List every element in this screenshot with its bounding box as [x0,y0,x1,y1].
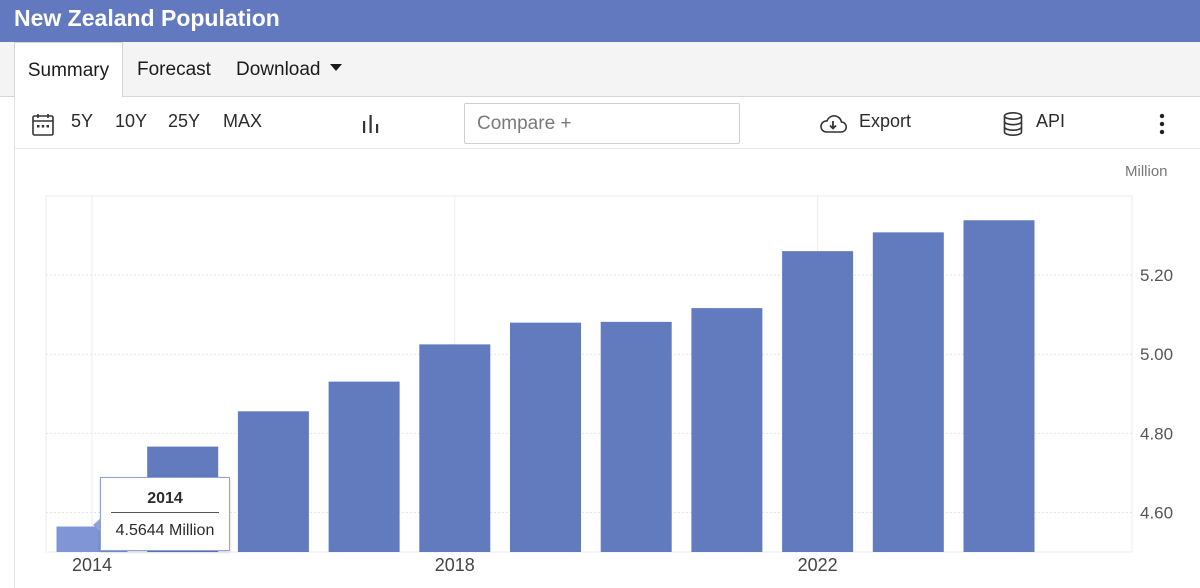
tooltip-value: 4.5644 Million [115,522,215,539]
bar-2020 [600,321,672,552]
tooltip-divider [111,512,219,513]
bar-2021 [691,308,763,552]
bar-2019 [510,322,581,552]
x-tick-label: 2018 [435,555,475,575]
x-tick-label: 2014 [72,555,112,575]
bar-2016 [237,411,309,552]
bar-2022 [782,251,854,552]
bar-2017 [328,381,400,552]
y-tick-label: 4.60 [1140,503,1173,522]
y-tick-label: 5.20 [1140,266,1173,285]
x-tick-label: 2022 [798,555,838,575]
y-tick-label: 5.00 [1140,345,1173,364]
tooltip-category: 2014 [147,490,183,507]
bar-2018 [419,344,491,552]
bar-2023 [872,232,944,552]
chart-tooltip: 2014 4.5644 Million [93,477,230,551]
bar-2024 [963,220,1035,552]
y-tick-label: 4.80 [1140,424,1173,443]
tooltip-pointer [93,518,101,532]
